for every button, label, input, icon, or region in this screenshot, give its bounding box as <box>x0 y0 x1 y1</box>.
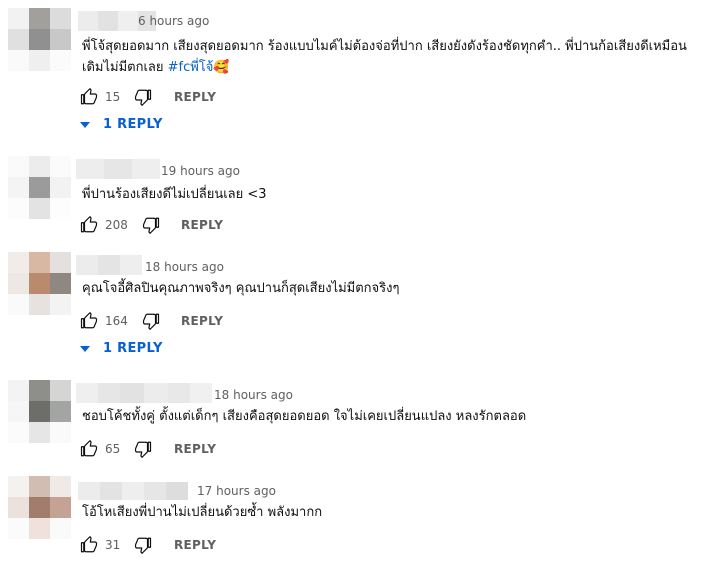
comment-text-line: โอ้โหเสียงพี่ปานไม่เปลี่ยนด้วยซ้ำ พลังมา… <box>82 505 323 520</box>
thumb-down-icon[interactable] <box>142 312 160 330</box>
avatar[interactable] <box>8 476 72 540</box>
like-count: 15 <box>105 90 121 104</box>
comment-text-line: พี่ปานร้องเสียงดีไม่เปลี่ยนเลย <3 <box>82 187 267 202</box>
like-count: 208 <box>105 218 128 232</box>
comment-text-line: คุณโจอี้ศิลปินคุณภาพจริงๆ คุณปานก็สุดเสี… <box>82 281 400 296</box>
comment-actions: 164 REPLY <box>80 310 280 334</box>
comment-timestamp[interactable]: 18 hours ago <box>214 388 293 402</box>
thumb-down-icon[interactable] <box>142 216 160 234</box>
reply-button[interactable]: REPLY <box>174 538 216 552</box>
reply-button[interactable]: REPLY <box>181 218 223 232</box>
author-name-redacted[interactable] <box>76 159 160 179</box>
comment-text-line: พี่โจ้สุดยอดมาก เสียงสุดยอดมาก ร้องแบบไม… <box>82 39 687 54</box>
view-replies-label: 1 REPLY <box>103 117 163 132</box>
like-count: 164 <box>105 314 128 328</box>
reply-button[interactable]: REPLY <box>174 442 216 456</box>
avatar[interactable] <box>8 8 72 72</box>
comment-actions: 31 REPLY <box>80 534 280 558</box>
reply-button[interactable]: REPLY <box>174 90 216 104</box>
emoji: 🥰 <box>213 60 230 75</box>
comment-text-line: ชอบโค้ชทั้งคู่ ตั้งแต่เด็กๆ เสียงคือสุดย… <box>82 409 527 424</box>
comment-text-fragment: เดิมไม่มีตกเลย <box>82 60 168 75</box>
thumb-up-icon[interactable] <box>80 536 98 554</box>
view-replies-button[interactable]: 1 REPLY <box>80 116 170 136</box>
comment-timestamp[interactable]: 6 hours ago <box>138 14 209 28</box>
comment-timestamp[interactable]: 17 hours ago <box>197 484 276 498</box>
thumb-up-icon[interactable] <box>80 312 98 330</box>
caret-down-icon <box>80 122 90 128</box>
like-count: 65 <box>105 442 121 456</box>
view-replies-label: 1 REPLY <box>103 341 163 356</box>
comment-text: พี่โจ้สุดยอดมาก เสียงสุดยอดมาก ร้องแบบไม… <box>82 36 722 78</box>
comment-timestamp[interactable]: 18 hours ago <box>145 260 224 274</box>
avatar[interactable] <box>8 252 72 316</box>
thumb-down-icon[interactable] <box>134 88 152 106</box>
comment-text: ชอบโค้ชทั้งคู่ ตั้งแต่เด็กๆ เสียงคือสุดย… <box>82 406 722 427</box>
author-name-redacted[interactable] <box>76 383 212 403</box>
thumb-up-icon[interactable] <box>80 216 98 234</box>
comment-text: คุณโจอี้ศิลปินคุณภาพจริงๆ คุณปานก็สุดเสี… <box>82 278 722 299</box>
comment-text: พี่ปานร้องเสียงดีไม่เปลี่ยนเลย <3 <box>82 184 722 205</box>
comment-text: โอ้โหเสียงพี่ปานไม่เปลี่ยนด้วยซ้ำ พลังมา… <box>82 502 722 523</box>
reply-button[interactable]: REPLY <box>181 314 223 328</box>
comment-text-line: เดิมไม่มีตกเลย #fcพี่โจ้🥰 <box>82 57 722 78</box>
like-count: 31 <box>105 538 121 552</box>
avatar[interactable] <box>8 380 72 444</box>
comment-actions: 65 REPLY <box>80 438 280 462</box>
author-name-redacted[interactable] <box>76 255 142 275</box>
comment-actions: 208 REPLY <box>80 214 280 238</box>
comment-actions: 15 REPLY <box>80 86 280 110</box>
thumb-down-icon[interactable] <box>134 440 152 458</box>
thumb-down-icon[interactable] <box>134 536 152 554</box>
hashtag-link[interactable]: #fcพี่โจ้ <box>168 60 214 75</box>
author-name-redacted[interactable] <box>78 482 188 500</box>
view-replies-button[interactable]: 1 REPLY <box>80 340 170 360</box>
thumb-up-icon[interactable] <box>80 440 98 458</box>
avatar[interactable] <box>8 156 72 220</box>
comment-timestamp[interactable]: 19 hours ago <box>161 164 240 178</box>
caret-down-icon <box>80 346 90 352</box>
thumb-up-icon[interactable] <box>80 88 98 106</box>
